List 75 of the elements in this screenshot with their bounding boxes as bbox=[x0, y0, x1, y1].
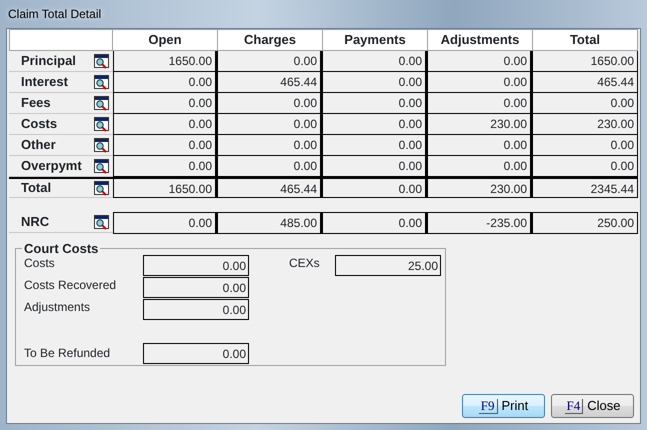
field-label: To Be Refunded bbox=[24, 345, 112, 362]
row-label: Fees bbox=[21, 94, 51, 112]
table-cell: -235.00 bbox=[428, 212, 533, 234]
table-cell: 1650.00 bbox=[113, 51, 218, 72]
zoom-window-icon[interactable] bbox=[93, 116, 110, 132]
table-cell: 0.00 bbox=[323, 177, 428, 198]
value-field: 0.00 bbox=[143, 255, 249, 276]
table-cell: 0.00 bbox=[113, 114, 218, 135]
table-cell: 2345.44 bbox=[533, 177, 638, 198]
table-cell: 0.00 bbox=[323, 51, 428, 72]
table-cell: 0.00 bbox=[323, 93, 428, 114]
table-cell: 0.00 bbox=[533, 156, 638, 177]
row-label: Overpymt bbox=[21, 157, 82, 176]
table-cell: 230.00 bbox=[533, 114, 638, 135]
column-header: Payments bbox=[323, 29, 428, 51]
column-header: Charges bbox=[218, 29, 323, 51]
table-cell: 0.00 bbox=[533, 93, 638, 114]
value-field: 0.00 bbox=[143, 299, 249, 320]
zoom-window-icon[interactable] bbox=[93, 214, 110, 230]
field-label: Adjustments bbox=[24, 299, 92, 316]
field-label: Costs bbox=[24, 255, 56, 272]
column-header: Adjustments bbox=[428, 29, 533, 51]
row-label: Other bbox=[21, 136, 56, 154]
zoom-window-icon[interactable] bbox=[93, 95, 110, 111]
table-cell: 0.00 bbox=[113, 93, 218, 114]
table-cell: 0.00 bbox=[113, 156, 218, 177]
table-cell: 0.00 bbox=[218, 135, 323, 156]
table-cell: 230.00 bbox=[428, 114, 533, 135]
table-cell: 0.00 bbox=[218, 93, 323, 114]
row-label: Costs bbox=[21, 115, 58, 134]
value-field: 0.00 bbox=[143, 343, 249, 364]
zoom-window-icon[interactable] bbox=[93, 180, 110, 196]
field-label: Costs Recovered bbox=[24, 277, 118, 294]
table-cell: 0.00 bbox=[323, 135, 428, 156]
table-cell: 1650.00 bbox=[533, 51, 638, 72]
row-label: Interest bbox=[21, 73, 68, 92]
table-cell: 0.00 bbox=[218, 156, 323, 177]
row-label: NRC bbox=[21, 213, 50, 232]
column-header: Total bbox=[533, 29, 638, 51]
row-label: Principal bbox=[21, 52, 76, 70]
table-cell: 0.00 bbox=[218, 51, 323, 72]
table-cell: 0.00 bbox=[428, 135, 533, 156]
table-cell: 465.44 bbox=[533, 72, 638, 93]
table-cell: 0.00 bbox=[323, 156, 428, 177]
table-cell: 1650.00 bbox=[113, 177, 218, 198]
zoom-window-icon[interactable] bbox=[93, 74, 110, 90]
window-title: Claim Total Detail bbox=[8, 6, 102, 23]
column-header: Open bbox=[113, 29, 218, 51]
dialog-button[interactable]: F4 Close bbox=[551, 394, 634, 418]
table-cell: 0.00 bbox=[533, 135, 638, 156]
table-cell: 0.00 bbox=[218, 114, 323, 135]
table-cell: 465.44 bbox=[218, 177, 323, 198]
zoom-window-icon[interactable] bbox=[93, 158, 110, 174]
table-cell: 230.00 bbox=[428, 177, 533, 198]
table-cell: 465.44 bbox=[218, 72, 323, 93]
table-cell: 0.00 bbox=[113, 135, 218, 156]
table-cell: 0.00 bbox=[113, 212, 218, 234]
value-field: 0.00 bbox=[143, 277, 249, 298]
table-cell: 0.00 bbox=[323, 212, 428, 234]
table-cell: 0.00 bbox=[428, 156, 533, 177]
table-cell: 0.00 bbox=[323, 72, 428, 93]
field-label: CEXs bbox=[289, 255, 321, 272]
row-label: Total bbox=[21, 179, 52, 198]
table-cell: 0.00 bbox=[428, 51, 533, 72]
zoom-window-icon[interactable] bbox=[93, 53, 110, 69]
dialog-button[interactable]: F9 Print bbox=[462, 394, 545, 418]
table-cell: 0.00 bbox=[113, 72, 218, 93]
group-title: Court Costs bbox=[23, 242, 100, 255]
table-cell: 0.00 bbox=[323, 114, 428, 135]
table-cell: 250.00 bbox=[533, 212, 638, 234]
table-cell: 485.00 bbox=[218, 212, 323, 234]
value-field: 25.00 bbox=[335, 255, 441, 276]
zoom-window-icon[interactable] bbox=[93, 137, 110, 153]
table-cell: 0.00 bbox=[428, 93, 533, 114]
table-cell: 0.00 bbox=[428, 72, 533, 93]
